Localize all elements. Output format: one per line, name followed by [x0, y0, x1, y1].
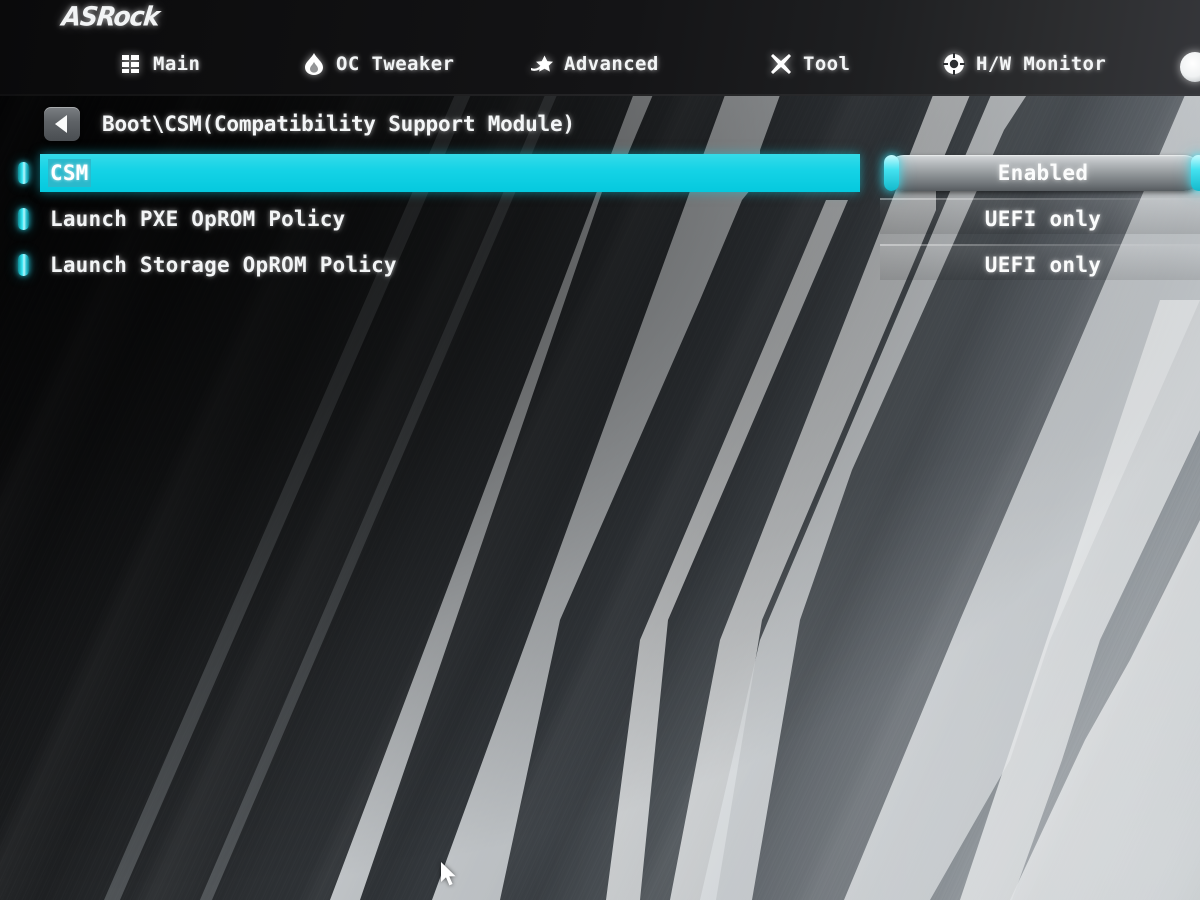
- value-text: UEFI only: [984, 207, 1102, 231]
- tab-oc-tweaker[interactable]: OC Tweaker: [303, 44, 454, 84]
- bullet-icon: [18, 162, 29, 184]
- asrock-logo: ASRock: [60, 1, 161, 32]
- row-highlight-bar: [40, 154, 860, 192]
- cross-icon: [770, 53, 792, 75]
- breadcrumb-path: Boot\CSM(Compatibility Support Module): [102, 112, 575, 136]
- tab-tool-label: Tool: [803, 53, 851, 75]
- value-dropdown-launch-storage-oprom-policy[interactable]: UEFI only: [880, 242, 1200, 288]
- bios-screen: ASRock Main OC Tweaker Advanced Tool H/W…: [0, 0, 1200, 900]
- back-arrow-icon[interactable]: [44, 107, 80, 141]
- value-dropdown-launch-pxe-oprom-policy[interactable]: UEFI only: [880, 196, 1200, 242]
- tab-hw-monitor-label: H/W Monitor: [976, 53, 1107, 75]
- bullet-icon: [18, 208, 29, 230]
- star-icon: [531, 53, 553, 75]
- grid-icon: [120, 53, 142, 75]
- capsule-left-glow: [884, 155, 899, 191]
- tab-advanced-label: Advanced: [564, 53, 659, 75]
- target-icon: [943, 53, 965, 75]
- top-menu-bar: Main OC Tweaker Advanced Tool H/W Monito…: [0, 44, 1200, 92]
- tab-main-label: Main: [153, 53, 201, 75]
- breadcrumb: Boot\CSM(Compatibility Support Module): [0, 102, 1200, 146]
- setting-label-text: CSM: [50, 161, 89, 185]
- value-text: Enabled: [997, 161, 1089, 185]
- tab-tool[interactable]: Tool: [770, 44, 850, 84]
- tab-main[interactable]: Main: [120, 44, 200, 84]
- capsule-right-glow: [1191, 155, 1200, 191]
- tab-hw-monitor[interactable]: H/W Monitor: [943, 44, 1106, 84]
- flame-icon: [303, 53, 325, 75]
- value-text: UEFI only: [984, 253, 1102, 277]
- tab-advanced[interactable]: Advanced: [531, 44, 659, 84]
- bullet-icon: [18, 254, 29, 276]
- value-dropdown-csm[interactable]: Enabled: [884, 150, 1200, 196]
- tab-oc-tweaker-label: OC Tweaker: [336, 53, 455, 75]
- settings-value-column: Enabled UEFI only UEFI only: [880, 150, 1200, 288]
- setting-label: CSM: [50, 161, 89, 185]
- setting-label: Launch Storage OpROM Policy: [50, 253, 397, 277]
- setting-label: Launch PXE OpROM Policy: [50, 207, 346, 231]
- header-bar: ASRock Main OC Tweaker Advanced Tool H/W…: [0, 0, 1200, 96]
